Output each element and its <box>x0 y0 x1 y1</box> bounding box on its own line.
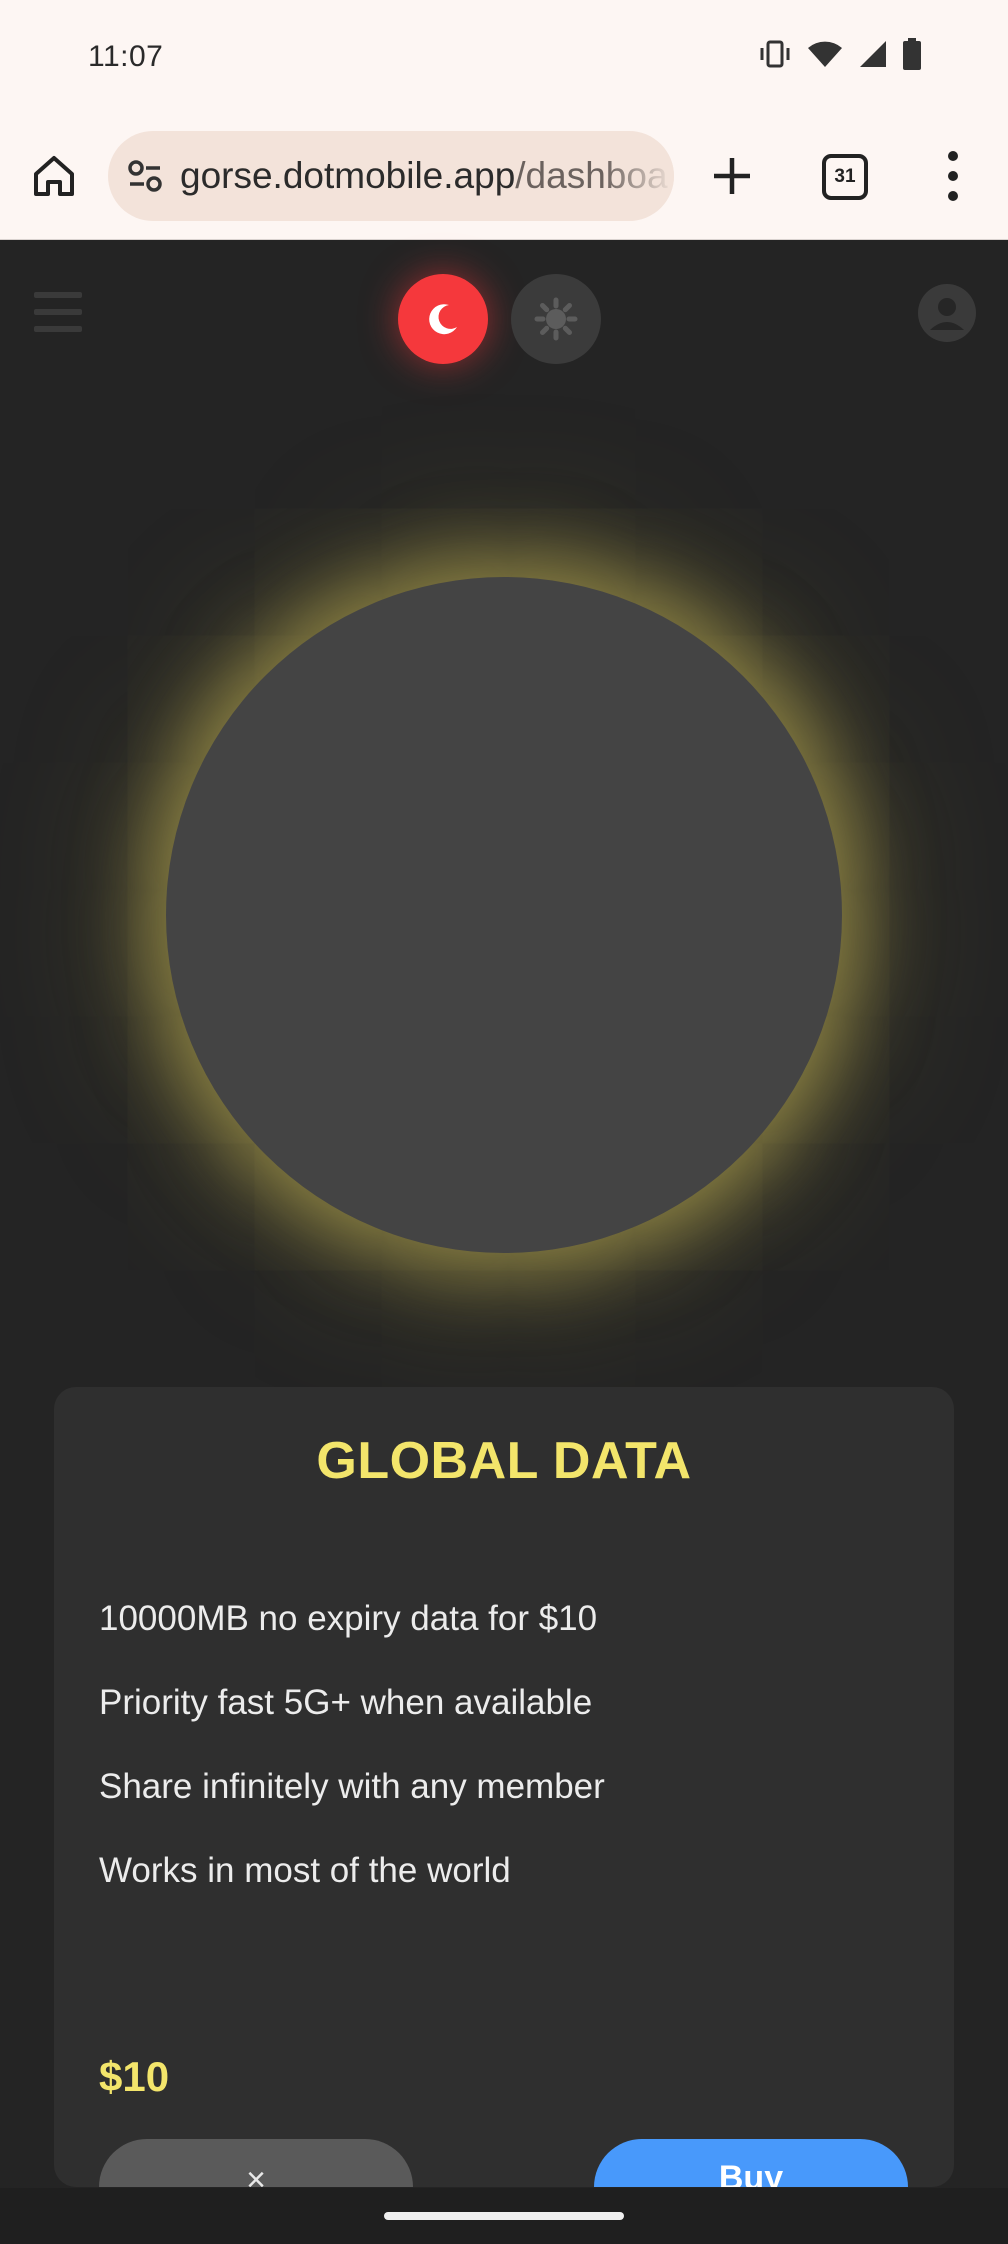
account-icon[interactable] <box>918 284 976 342</box>
url-domain: gorse.dotmobile.app <box>180 155 516 196</box>
more-vert-icon[interactable] <box>936 148 970 204</box>
account-avatar-icon <box>930 298 964 330</box>
light-mode-button[interactable] <box>511 274 601 364</box>
home-icon[interactable] <box>30 152 78 200</box>
feature-item: Works in most of the world <box>99 1851 511 1890</box>
plus-icon[interactable] <box>708 152 756 200</box>
moon-icon <box>429 304 457 335</box>
status-bar: 11:07 <box>0 0 1008 120</box>
browser-toolbar: gorse.dotmobile.app/dashboa 31 <box>0 120 1008 240</box>
hamburger-menu-icon[interactable] <box>34 292 82 332</box>
plan-price: $10 <box>99 2053 170 2100</box>
signal-icon <box>860 41 886 67</box>
tab-switcher-icon[interactable]: 31 <box>822 154 868 200</box>
buy-button[interactable]: Buy <box>594 2139 908 2187</box>
sun-icon <box>534 297 578 341</box>
feature-item: 10000MB no expiry data for $10 <box>99 1599 598 1638</box>
feature-item: Share infinitely with any member <box>99 1767 605 1806</box>
battery-icon <box>903 38 921 70</box>
wifi-icon <box>808 41 842 67</box>
close-button[interactable]: × <box>99 2139 413 2187</box>
navigation-bar <box>0 2188 1008 2244</box>
dark-mode-button[interactable] <box>398 274 488 364</box>
data-orb <box>166 577 842 1253</box>
plan-title: GLOBAL DATA <box>316 1432 692 1490</box>
plan-card: GLOBAL DATA 10000MB no expiry data for $… <box>54 1387 954 2187</box>
address-bar[interactable]: gorse.dotmobile.app/dashboa <box>108 131 674 221</box>
vibrate-icon <box>760 40 790 68</box>
site-settings-icon[interactable] <box>126 157 164 195</box>
gesture-handle[interactable] <box>384 2212 624 2220</box>
status-icons <box>758 38 922 70</box>
app-header <box>0 240 1008 390</box>
feature-item: Priority fast 5G+ when available <box>99 1683 593 1722</box>
url-text[interactable]: gorse.dotmobile.app/dashboa <box>180 155 668 197</box>
status-time: 11:07 <box>88 40 164 73</box>
tab-count: 31 <box>834 166 856 187</box>
feature-list: 10000MB no expiry data for $10 Priority … <box>99 1599 605 1935</box>
url-fade <box>604 131 674 221</box>
